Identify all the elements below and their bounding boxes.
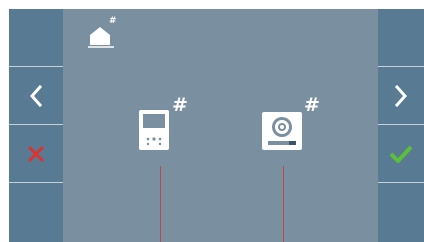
right-sidebar-button-1[interactable] [378,9,424,67]
cross-icon [27,145,45,163]
monitor-wire [160,166,161,242]
confirm-button[interactable] [378,125,424,183]
chevron-right-icon [394,85,408,107]
right-sidebar [378,9,424,242]
door-panel-icon [262,112,302,150]
main-screen [9,9,424,242]
home-badge: # [109,16,117,26]
left-sidebar-button-4[interactable] [9,183,63,242]
monitor-badge: # [172,94,188,116]
left-sidebar-button-1[interactable] [9,9,63,67]
previous-button[interactable] [9,67,63,125]
cancel-button[interactable] [9,125,63,183]
indoor-monitor[interactable]: # [138,96,188,156]
left-sidebar [9,9,63,242]
panel-wire [283,166,284,242]
panel-badge: # [304,94,320,116]
right-sidebar-button-4[interactable] [378,183,424,242]
house-icon [88,27,114,48]
chevron-left-icon [29,85,43,107]
check-icon [389,145,413,163]
monitor-icon [139,110,169,150]
next-button[interactable] [378,67,424,125]
door-panel[interactable]: # [262,96,320,154]
